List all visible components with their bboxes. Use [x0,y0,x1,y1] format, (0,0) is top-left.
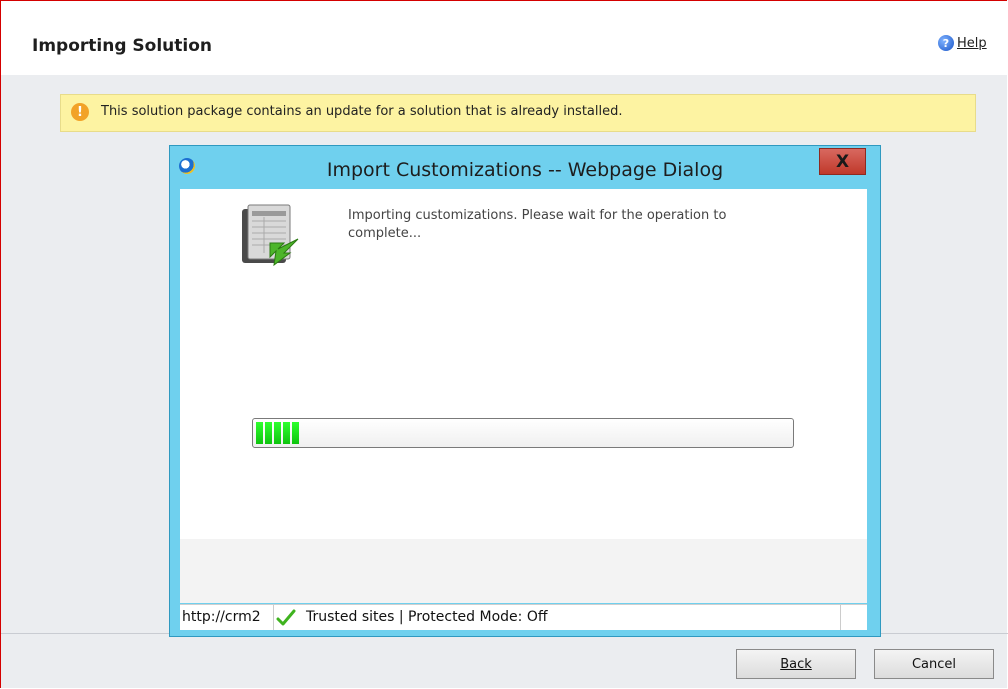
progress-segment [256,422,263,444]
warning-text: This solution package contains an update… [101,104,623,119]
trusted-check-icon [276,609,296,626]
warning-icon: ! [71,103,89,121]
help-label: Help [957,35,987,51]
warning-bar: ! This solution package contains an upda… [60,94,976,132]
dialog-message: Importing customizations. Please wait fo… [348,208,727,241]
close-button[interactable]: X [819,148,866,175]
page-header: Importing Solution ? Help [1,1,1008,75]
help-icon: ? [938,35,954,51]
progress-segment [292,422,299,444]
dialog-title: Import Customizations -- Webpage Dialog [326,159,724,181]
cancel-button[interactable]: Cancel [874,649,994,679]
dialog-lower-panel [180,539,867,603]
close-icon: X [835,151,850,172]
import-document-icon [242,204,299,267]
dialog-body: Importing customizations. Please wait fo… [180,189,867,539]
help-link[interactable]: ? Help [938,35,987,51]
status-url: http://crm2 [180,605,274,630]
cancel-button-label: Cancel [911,656,957,672]
import-dialog: Import Customizations -- Webpage Dialog … [169,145,881,637]
status-zone: Trusted sites | Protected Mode: Off [306,609,548,625]
resize-grip-icon[interactable] [840,605,868,630]
page-title: Importing Solution [32,36,213,56]
progress-fill [256,422,299,444]
dialog-statusbar: http://crm2 Trusted sites | Protected Mo… [180,604,867,630]
progress-segment [265,422,272,444]
progress-segment [283,422,290,444]
dialog-titlebar[interactable]: Import Customizations -- Webpage Dialog … [170,146,880,186]
progress-bar [252,418,794,448]
progress-segment [274,422,281,444]
back-button[interactable]: Back [736,649,856,679]
back-button-label: Back [780,656,812,672]
